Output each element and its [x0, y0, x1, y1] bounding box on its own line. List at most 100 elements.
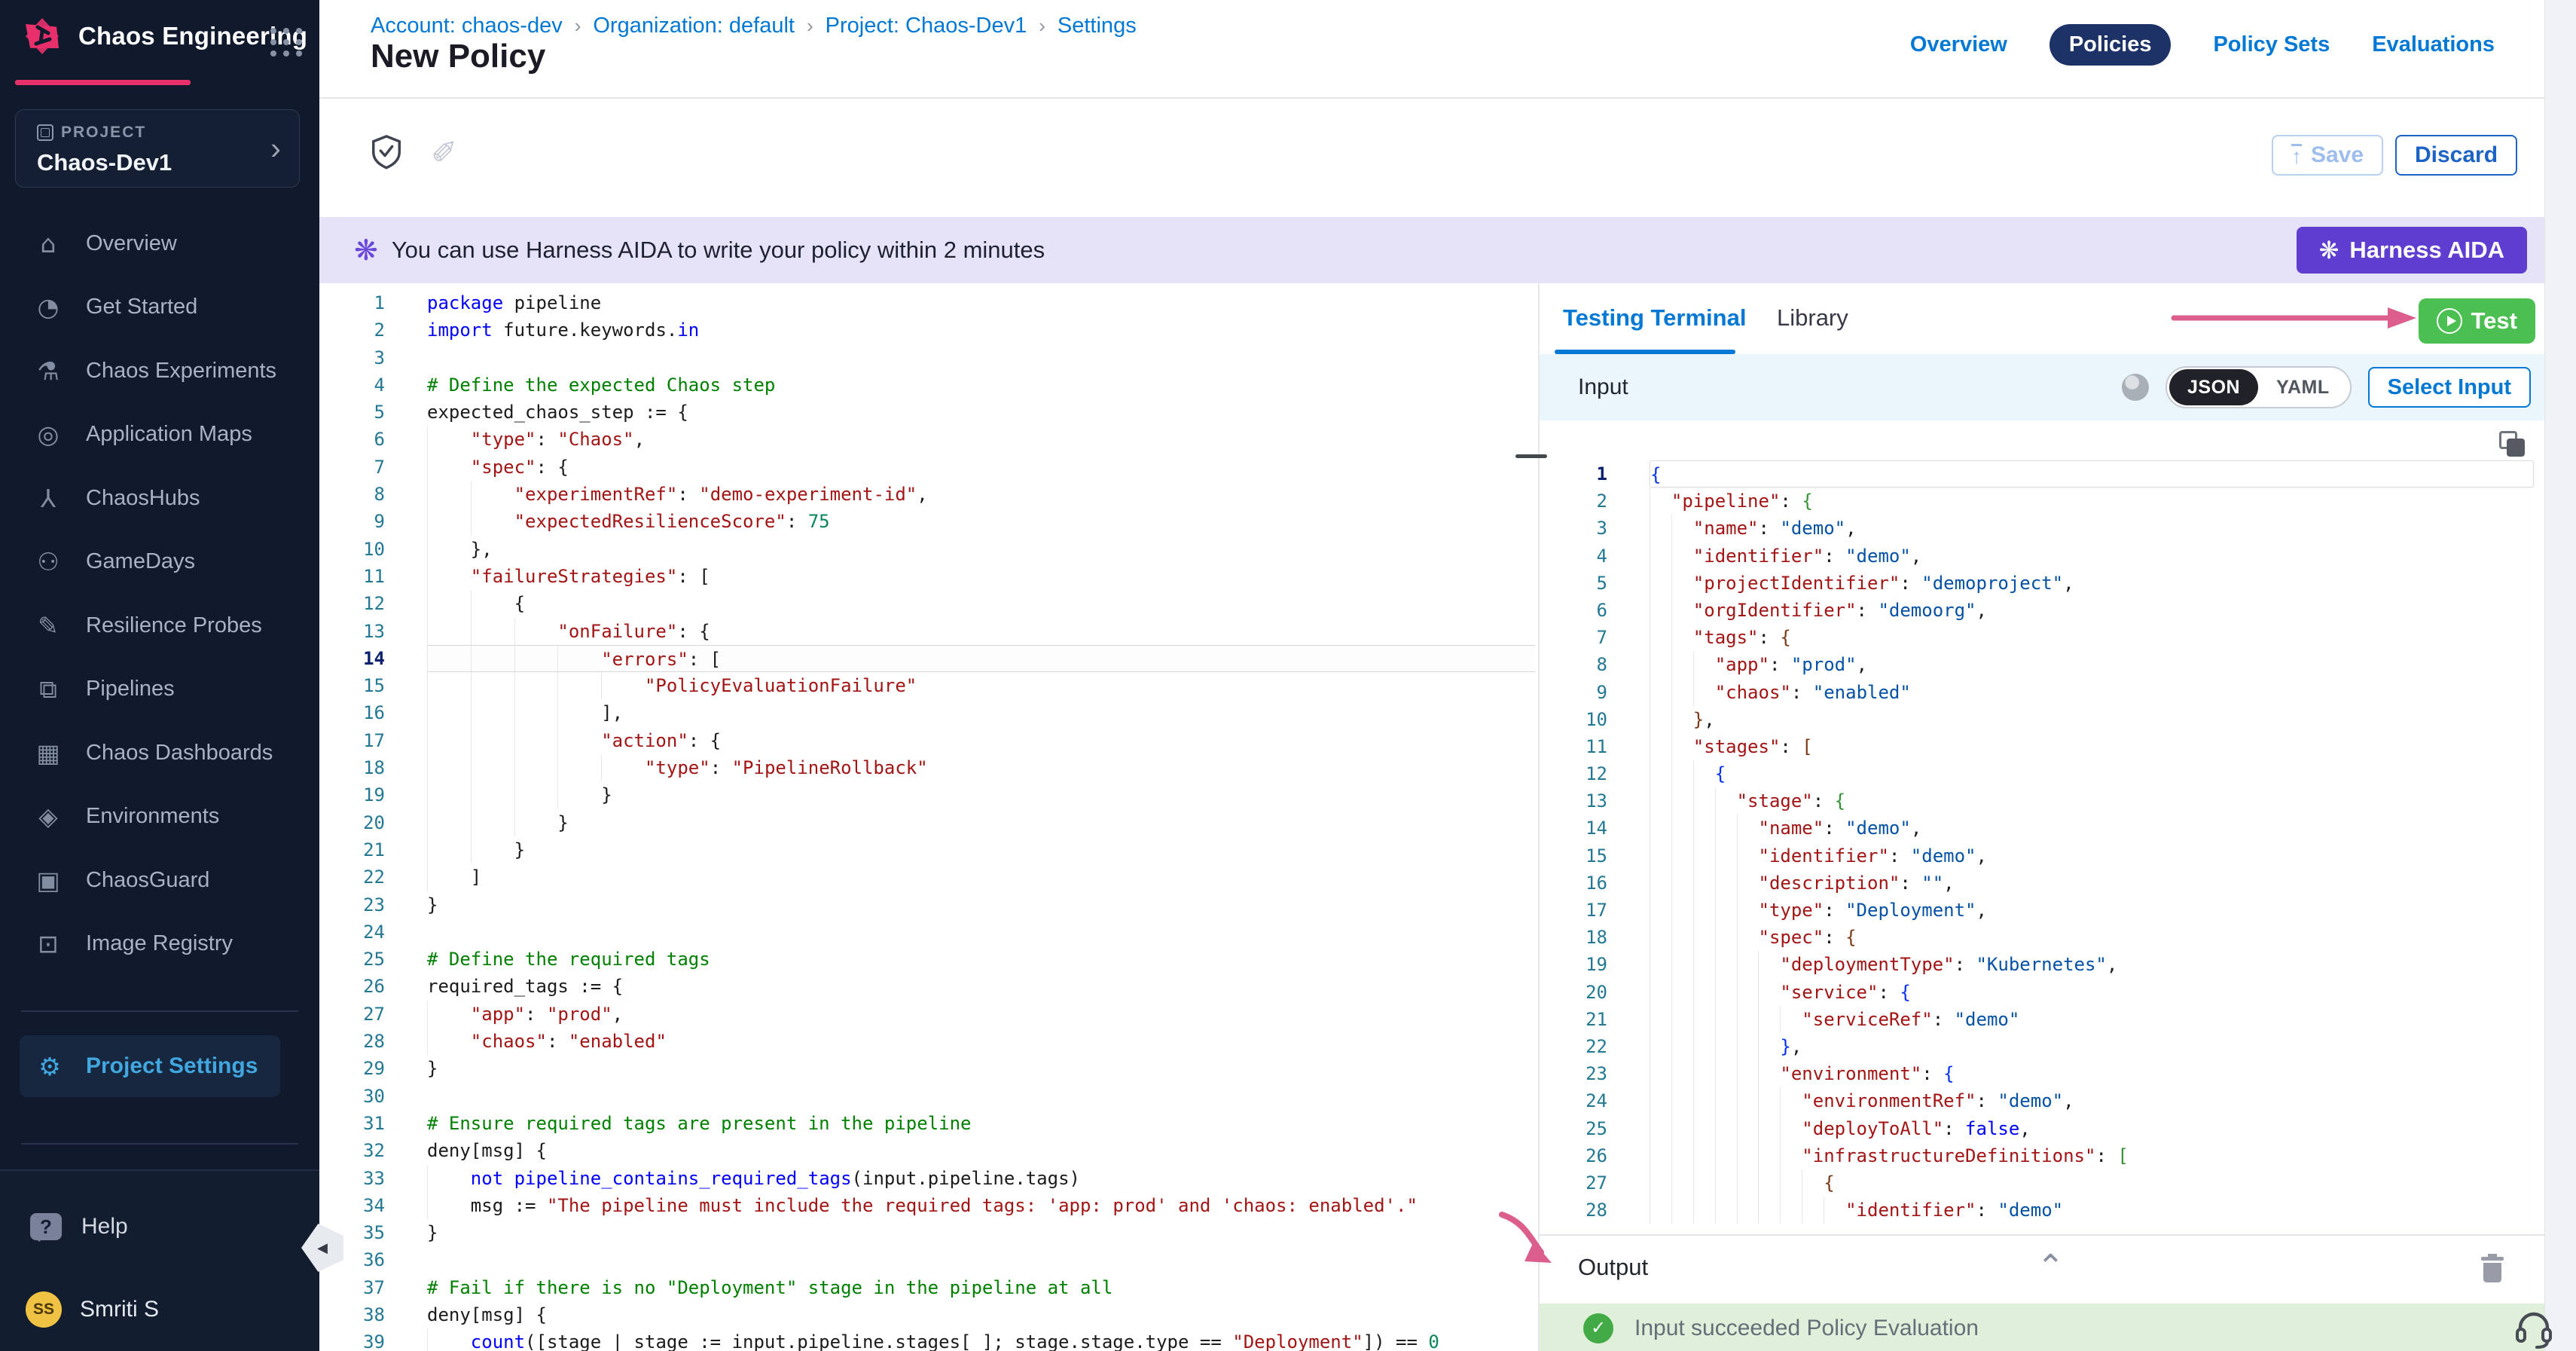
sidebar-item-chaos-experiments[interactable]: ⚗Chaos Experiments [0, 339, 319, 403]
code-line[interactable]: 35} [319, 1219, 1538, 1246]
code-line[interactable]: 19 } [319, 781, 1538, 808]
code-line[interactable]: 30 [319, 1083, 1538, 1110]
code-line[interactable]: 28 "chaos": "enabled" [319, 1028, 1538, 1055]
code-line[interactable]: 1package pipeline [319, 289, 1538, 316]
format-option-yaml[interactable]: YAML [2258, 369, 2348, 405]
code-line[interactable]: 21 "serviceRef": "demo" [1540, 1006, 2544, 1033]
breadcrumb-item[interactable]: Settings [1058, 14, 1137, 38]
code-line[interactable]: 34 msg := "The pipeline must include the… [319, 1192, 1538, 1219]
nav-policy-sets[interactable]: Policy Sets [2213, 25, 2330, 65]
copy-icon[interactable] [2499, 431, 2525, 457]
tab-testing-terminal[interactable]: Testing Terminal [1563, 304, 1746, 332]
code-line[interactable]: 27 "app": "prod", [319, 1001, 1538, 1028]
module-grid-icon[interactable] [270, 26, 303, 59]
test-button[interactable]: Test [2419, 298, 2535, 344]
code-line[interactable]: 12 { [319, 590, 1538, 617]
code-line[interactable]: 24 "environmentRef": "demo", [1540, 1087, 2544, 1114]
code-line[interactable]: 27 { [1540, 1169, 2544, 1197]
code-line[interactable]: 38deny[msg] { [319, 1301, 1538, 1328]
code-line[interactable]: 15 "identifier": "demo", [1540, 842, 2544, 870]
sidebar-item-chaos-dashboards[interactable]: ▦Chaos Dashboards [0, 721, 319, 785]
code-line[interactable]: 9 "expectedResilienceScore": 75 [319, 508, 1538, 535]
code-line[interactable]: 28 "identifier": "demo" [1540, 1197, 2544, 1224]
code-line[interactable]: 26 "infrastructureDefinitions": [ [1540, 1142, 2544, 1169]
format-option-json[interactable]: JSON [2169, 369, 2258, 405]
code-line[interactable]: 9 "chaos": "enabled" [1540, 679, 2544, 706]
code-line[interactable]: 3 "name": "demo", [1540, 515, 2544, 542]
nav-evaluations[interactable]: Evaluations [2372, 25, 2495, 65]
code-line[interactable]: 4# Define the expected Chaos step [319, 371, 1538, 399]
code-line[interactable]: 17 "type": "Deployment", [1540, 897, 2544, 924]
code-line[interactable]: 13 "onFailure": { [319, 618, 1538, 645]
opa-icon[interactable] [2122, 374, 2149, 401]
code-line[interactable]: 14 "errors": [ [319, 645, 1538, 672]
code-line[interactable]: 37# Fail if there is no "Deployment" sta… [319, 1274, 1538, 1301]
code-line[interactable]: 18 "spec": { [1540, 924, 2544, 951]
code-line[interactable]: 1{ [1540, 460, 2544, 488]
code-line[interactable]: 5expected_chaos_step := { [319, 399, 1538, 426]
sidebar-item-image-registry[interactable]: ⊡Image Registry [0, 912, 319, 977]
code-line[interactable]: 2import future.keywords.in [319, 316, 1538, 344]
code-line[interactable]: 36 [319, 1246, 1538, 1273]
shield-check-icon[interactable] [369, 133, 404, 171]
code-line[interactable]: 32deny[msg] { [319, 1137, 1538, 1164]
help-button[interactable]: ? Help [30, 1213, 128, 1240]
discard-button[interactable]: Discard [2395, 135, 2517, 176]
code-line[interactable]: 16 ], [319, 699, 1538, 726]
code-line[interactable]: 25 "deployToAll": false, [1540, 1115, 2544, 1142]
code-line[interactable]: 7 "tags": { [1540, 624, 2544, 651]
code-line[interactable]: 29} [319, 1055, 1538, 1082]
code-line[interactable]: 26required_tags := { [319, 973, 1538, 1000]
code-line[interactable]: 21 } [319, 836, 1538, 863]
sidebar-item-gamedays[interactable]: ⚇GameDays [0, 530, 319, 595]
code-line[interactable]: 11 "stages": [ [1540, 733, 2544, 760]
save-button[interactable]: ↑ Save [2272, 135, 2383, 176]
code-line[interactable]: 7 "spec": { [319, 454, 1538, 481]
code-line[interactable]: 18 "type": "PipelineRollback" [319, 754, 1538, 781]
code-line[interactable]: 4 "identifier": "demo", [1540, 543, 2544, 570]
sidebar-item-pipelines[interactable]: ⧉Pipelines [0, 658, 319, 722]
sidebar-item-environments[interactable]: ◈Environments [0, 785, 319, 849]
sidebar-item-application-maps[interactable]: ◎Application Maps [0, 403, 319, 467]
panel-resize-handle[interactable] [1515, 454, 1547, 458]
code-line[interactable]: 10 }, [1540, 706, 2544, 733]
code-line[interactable]: 15 "PolicyEvaluationFailure" [319, 672, 1538, 699]
code-line[interactable]: 24 [319, 918, 1538, 946]
code-line[interactable]: 2 "pipeline": { [1540, 488, 2544, 515]
code-line[interactable]: 22 }, [1540, 1033, 2544, 1060]
code-line[interactable]: 20 "service": { [1540, 979, 2544, 1006]
tab-library[interactable]: Library [1777, 304, 1848, 332]
input-json-editor[interactable]: 1{2 "pipeline": {3 "name": "demo",4 "ide… [1540, 420, 2544, 1234]
trash-icon[interactable] [2480, 1254, 2505, 1284]
code-line[interactable]: 6 "type": "Chaos", [319, 426, 1538, 453]
nav-overview[interactable]: Overview [1910, 25, 2007, 65]
chevron-up-icon[interactable]: ⌃ [2037, 1248, 2065, 1286]
breadcrumb-item[interactable]: Project: Chaos-Dev1 [826, 14, 1027, 38]
code-line[interactable]: 19 "deploymentType": "Kubernetes", [1540, 951, 2544, 978]
code-line[interactable]: 39 count([stage | stage := input.pipelin… [319, 1328, 1538, 1351]
code-line[interactable]: 10 }, [319, 536, 1538, 563]
code-line[interactable]: 16 "description": "", [1540, 870, 2544, 897]
breadcrumb-item[interactable]: Organization: default [593, 14, 795, 38]
code-line[interactable]: 3 [319, 344, 1538, 371]
code-line[interactable]: 23 "environment": { [1540, 1060, 2544, 1087]
code-line[interactable]: 8 "app": "prod", [1540, 651, 2544, 678]
sidebar-item-chaoshubs[interactable]: ⅄ChaosHubs [0, 466, 319, 530]
harness-aida-button[interactable]: ❋ Harness AIDA [2297, 227, 2527, 274]
code-line[interactable]: 12 { [1540, 760, 2544, 787]
code-line[interactable]: 6 "orgIdentifier": "demoorg", [1540, 597, 2544, 624]
policy-code-editor[interactable]: 1package pipeline2import future.keywords… [319, 283, 1538, 1351]
sidebar-item-get-started[interactable]: ◔Get Started [0, 276, 319, 340]
support-headset-icon[interactable] [2513, 1307, 2555, 1349]
select-input-button[interactable]: Select Input [2368, 367, 2531, 408]
code-line[interactable]: 22 ] [319, 863, 1538, 891]
code-line[interactable]: 11 "failureStrategies": [ [319, 563, 1538, 590]
harness-chaos-logo-icon[interactable] [20, 14, 65, 59]
code-line[interactable]: 14 "name": "demo", [1540, 815, 2544, 842]
code-line[interactable]: 25# Define the required tags [319, 946, 1538, 973]
nav-policies[interactable]: Policies [2050, 24, 2172, 66]
code-line[interactable]: 20 } [319, 809, 1538, 836]
code-line[interactable]: 5 "projectIdentifier": "demoproject", [1540, 570, 2544, 597]
edit-pencil-icon[interactable]: ✐ [431, 134, 457, 171]
code-line[interactable]: 17 "action": { [319, 727, 1538, 754]
